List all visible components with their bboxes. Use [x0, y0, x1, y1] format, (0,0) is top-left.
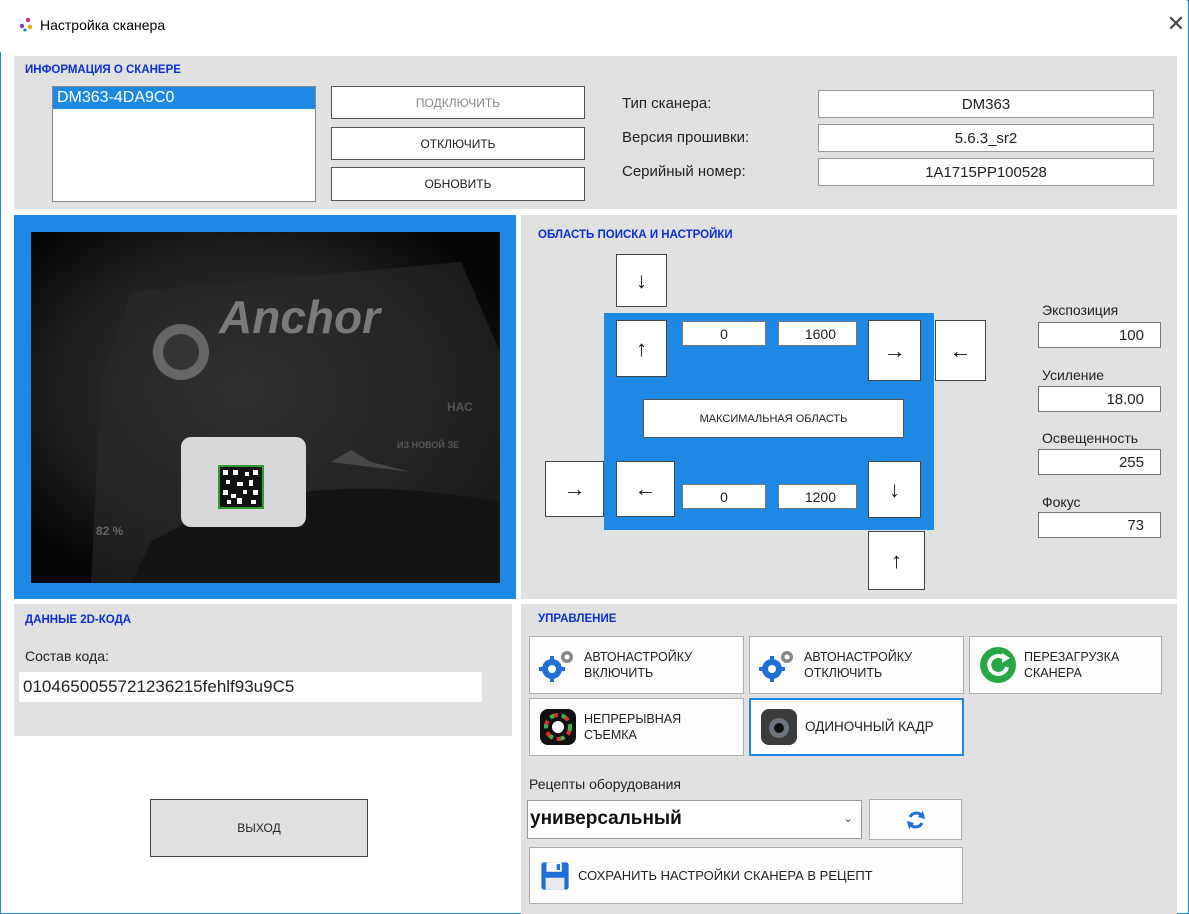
save-recipe-button[interactable]: СОХРАНИТЬ НАСТРОЙКИ СКАНЕРА В РЕЦЕПТ [529, 847, 963, 904]
serial-field: 1A1715PP100528 [818, 158, 1154, 186]
floppy-disk-icon [541, 861, 569, 890]
gain-label: Усиление [1042, 367, 1105, 383]
auto-on-button[interactable]: АВТОНАСТРОЙКУ ВКЛЮЧИТЬ [529, 636, 744, 694]
refresh-arrows-icon [906, 810, 925, 829]
gears-icon [759, 651, 793, 682]
auto-off-label: АВТОНАСТРОЙКУ ОТКЛЮЧИТЬ [804, 650, 913, 680]
scanner-info-title: ИНФОРМАЦИЯ О СКАНЕРЕ [25, 64, 181, 76]
bottom-down-arrow-button[interactable]: ↓ [868, 461, 921, 518]
save-recipe-label: СОХРАНИТЬ НАСТРОЙКИ СКАНЕРА В РЕЦЕПТ [578, 867, 873, 883]
device-list[interactable]: DM363-4DA9C0 [52, 86, 316, 202]
focus-field[interactable]: 73 [1038, 512, 1161, 538]
exposure-field[interactable]: 100 [1038, 322, 1161, 348]
camera-preview: Anchor 82 % НАС ИЗ НОВОЙ ЗЕ [31, 232, 500, 583]
single-frame-label: ОДИНОЧНЫЙ КАДР [805, 719, 934, 734]
firmware-label: Версия прошивки: [622, 129, 750, 146]
camera-icon [761, 709, 797, 745]
camera-color-icon [540, 709, 576, 745]
refresh-circle-icon [980, 647, 1016, 683]
left-right-arrow-button[interactable]: → [545, 461, 604, 517]
top-up-arrow-button[interactable]: ↑ [616, 320, 667, 377]
bottom-left-arrow-button[interactable]: ← [616, 461, 675, 517]
focus-label: Фокус [1042, 494, 1081, 510]
bottom-up-arrow-button[interactable]: ↑ [868, 531, 925, 590]
light-label: Освещенность [1042, 430, 1139, 446]
scanner-type-field: DM363 [818, 90, 1154, 118]
title-bar [0, 0, 1187, 52]
gain-field[interactable]: 18.00 [1038, 386, 1161, 412]
gears-icon [539, 651, 573, 682]
recipe-select-value: универсальный [530, 808, 682, 829]
continuous-label: НЕПРЕРЫВНАЯ СЪЕМКА [584, 712, 682, 742]
recipes-label: Рецепты оборудования [529, 776, 682, 792]
recipe-select[interactable]: универсальный ⌄ [527, 800, 862, 839]
top-left-field[interactable]: 0 [682, 321, 766, 346]
light-field[interactable]: 255 [1038, 449, 1161, 475]
refresh-button[interactable]: ОБНОВИТЬ [331, 167, 585, 201]
code-data-title: ДАННЫЕ 2D-КОДА [25, 614, 132, 626]
single-frame-button[interactable]: ОДИНОЧНЫЙ КАДР [749, 698, 964, 756]
app-icon [19, 17, 33, 32]
serial-label: Серийный номер: [622, 163, 746, 180]
code-content-label: Состав кода: [25, 648, 109, 664]
auto-off-button[interactable]: АВТОНАСТРОЙКУ ОТКЛЮЧИТЬ [749, 636, 964, 694]
scanner-type-label: Тип сканера: [622, 95, 712, 112]
device-list-item[interactable]: DM363-4DA9C0 [53, 87, 315, 109]
exit-button[interactable]: ВЫХОД [150, 799, 368, 857]
control-title: УПРАВЛЕНИЕ [538, 613, 617, 625]
reboot-label: ПЕРЕЗАГРУЗКА СКАНЕРА [1024, 650, 1120, 680]
firmware-field: 5.6.3_sr2 [818, 124, 1154, 152]
window-title: Настройка сканера [40, 17, 166, 33]
preview-side-text-1: НАС [447, 400, 473, 414]
top-right-arrow-button[interactable]: → [868, 320, 921, 381]
continuous-button[interactable]: НЕПРЕРЫВНАЯ СЪЕМКА [529, 698, 744, 756]
top-down-arrow-button[interactable]: ↓ [616, 254, 667, 307]
right-left-arrow-button[interactable]: ← [935, 320, 986, 381]
close-icon[interactable]: ✕ [1165, 10, 1187, 38]
auto-on-label: АВТОНАСТРОЙКУ ВКЛЮЧИТЬ [584, 650, 693, 680]
refresh-recipes-button[interactable] [869, 799, 962, 840]
reboot-button[interactable]: ПЕРЕЗАГРУЗКА СКАНЕРА [969, 636, 1162, 694]
preview-percent-text: 82 % [96, 524, 124, 538]
bottom-left-field[interactable]: 0 [682, 484, 766, 509]
connect-button[interactable]: ПОДКЛЮЧИТЬ [331, 86, 585, 119]
code-content-field[interactable]: 0104650055721236215fehlf93u9C5 [19, 672, 482, 702]
top-right-field[interactable]: 1600 [778, 321, 857, 346]
preview-logo-text: Anchor [219, 291, 380, 343]
search-area-title: ОБЛАСТЬ ПОИСКА И НАСТРОЙКИ [538, 229, 733, 241]
chevron-down-icon: ⌄ [842, 811, 853, 825]
preview-side-text-2: ИЗ НОВОЙ ЗЕ [397, 440, 459, 450]
disconnect-button[interactable]: ОТКЛЮЧИТЬ [331, 127, 585, 160]
exposure-label: Экспозиция [1042, 302, 1119, 318]
max-area-button[interactable]: МАКСИМАЛЬНАЯ ОБЛАСТЬ [643, 399, 904, 438]
bottom-right-field[interactable]: 1200 [778, 484, 857, 509]
